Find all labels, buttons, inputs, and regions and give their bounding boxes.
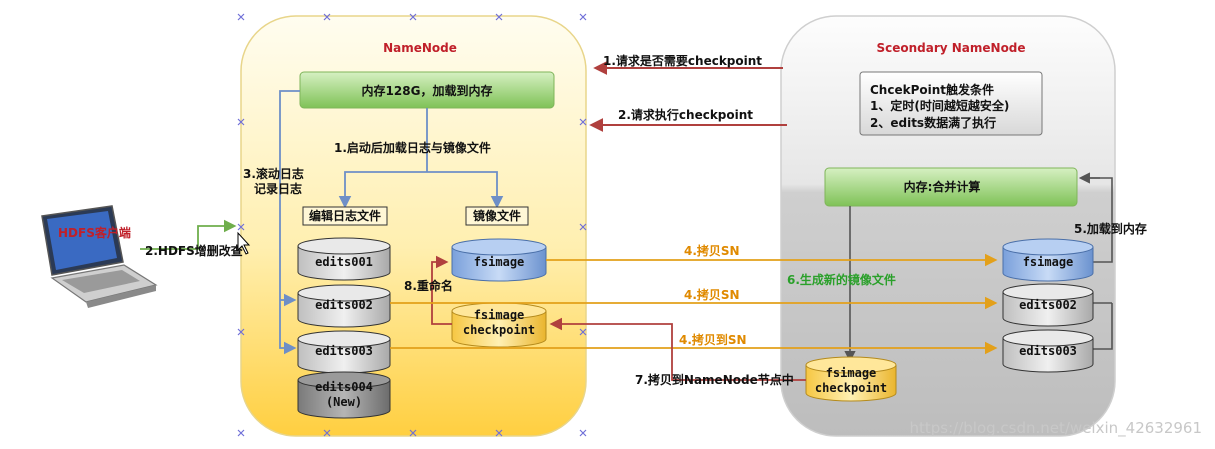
secondary-edits003-label: edits003 [1019,344,1077,358]
edits003-label: edits003 [315,344,373,358]
edits004-label: edits004 [315,380,373,394]
request2-label: 2.请求执行checkpoint [618,107,753,122]
client-op-label: 2.HDFS增删改查 [145,243,244,258]
secondary-title: Sceondary NameNode [876,41,1025,55]
step3-label-line2: 记录日志 [254,181,302,196]
load-memory-label: 5.加载到内存 [1074,221,1147,236]
hdfs-checkpoint-diagram: NameNode Sceondary NameNode 内存128G，加载到内存… [41,13,1202,438]
secondary-ckpt-label2: checkpoint [815,381,887,395]
trigger-line3: 2、edits数据满了执行 [870,115,996,130]
namenode-ckpt-cylinder: fsimage checkpoint [451,302,547,348]
watermark: https://blog.csdn.net/weixin_42632961 [909,419,1202,438]
secondary-memory-label: 内存:合并计算 [904,179,981,194]
secondary-ckpt-label1: fsimage [826,366,877,380]
edits003-cylinder: edits003 [297,330,391,374]
trigger-line1: ChcekPoint触发条件 [870,82,994,97]
secondary-fsimage-cylinder: fsimage [1002,238,1094,282]
client-label: HDFS客户端 [58,225,131,240]
copy-back-label: 7.拷贝到NameNode节点中 [635,372,794,387]
secondary-fsimage-label: fsimage [1023,255,1074,269]
image-header: 镜像文件 [473,208,521,223]
edit-log-header: 编辑日志文件 [308,208,381,223]
edits001-label: edits001 [315,255,373,269]
edits002-cylinder: edits002 [297,284,391,328]
secondary-edits003-cylinder: edits003 [1002,329,1094,373]
step3-label-line1: 3.滚动日志 [243,166,304,181]
edits004-new-cylinder: edits004 (New) [297,371,391,419]
namenode-fsimage-label: fsimage [474,255,525,269]
trigger-line2: 1、定时(时间越短越安全) [870,98,1009,113]
step1-label: 1.启动后加载日志与镜像文件 [334,140,491,155]
secondary-edits002-label: edits002 [1019,298,1077,312]
edits004-new-label: (New) [326,395,362,409]
request1-label: 1.请求是否需要checkpoint [603,53,762,68]
secondary-edits002-cylinder: edits002 [1002,283,1094,327]
secondary-ckpt-cylinder: fsimage checkpoint [805,356,897,402]
copy-edits003-label: 4.拷贝到SN [679,332,747,347]
copy-fsimage-label: 4.拷贝SN [684,243,740,258]
namenode-ckpt-label2: checkpoint [463,323,535,337]
edits002-label: edits002 [315,298,373,312]
copy-edits002-label: 4.拷贝SN [684,287,740,302]
namenode-ckpt-label1: fsimage [474,308,525,322]
new-image-label: 6.生成新的镜像文件 [787,272,896,287]
namenode-fsimage-cylinder: fsimage [451,238,547,282]
namenode-memory-label: 内存128G，加载到内存 [362,83,493,98]
rename-label: 8.重命名 [404,278,453,293]
namenode-title: NameNode [383,41,457,55]
laptop-icon [41,205,158,308]
edits001-cylinder: edits001 [297,237,391,281]
